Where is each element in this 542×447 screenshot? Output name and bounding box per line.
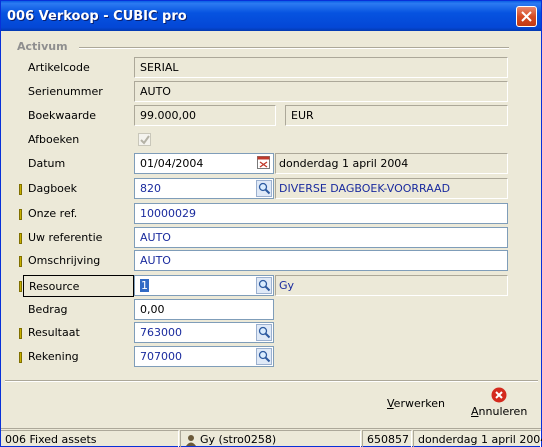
resultaat-lookup-button[interactable]: [256, 324, 272, 341]
checkmark-icon: [140, 135, 150, 145]
row-omschrijving: Omschrijving AUTO: [5, 250, 538, 271]
resource-description: Gy: [275, 275, 508, 296]
datum-label: Datum: [28, 157, 66, 170]
resource-input[interactable]: 1: [134, 275, 274, 296]
row-afboeken: Afboeken: [5, 131, 538, 151]
onze-ref-label: Onze ref.: [28, 207, 78, 220]
close-icon: [521, 11, 532, 22]
datum-input[interactable]: 01/04/2004: [134, 153, 274, 174]
group-title: Activum: [17, 40, 68, 53]
resource-label-focus: Resource: [23, 275, 134, 297]
lookup-icon: [258, 182, 271, 195]
user-icon: [186, 435, 196, 446]
dagboek-description: DIVERSE DAGBOEK-VOORRAAD: [275, 178, 508, 199]
row-datum: Datum 01/04/2004 donderdag 1 april 2004: [5, 153, 538, 174]
status-date: donderdag 1 april 2004: [413, 430, 542, 447]
datum-value: 01/04/2004: [140, 157, 204, 170]
group-divider: [79, 47, 509, 49]
dialog-window: 006 Verkoop - CUBIC pro Activum Artikelc…: [0, 0, 542, 447]
resource-value: 1: [140, 279, 149, 292]
row-artikelcode: Artikelcode SERIAL: [5, 57, 538, 78]
row-resultaat: Resultaat 763000: [5, 322, 538, 343]
rekening-value: 707000: [140, 350, 182, 363]
omschrijving-label: Omschrijving: [28, 254, 101, 267]
boekwaarde-label: Boekwaarde: [28, 109, 96, 122]
boekwaarde-field: 99.000,00: [134, 105, 276, 126]
rekening-lookup-button[interactable]: [256, 348, 272, 365]
required-marker: [19, 352, 22, 363]
required-marker: [19, 233, 22, 244]
serienummer-label: Serienummer: [28, 85, 103, 98]
afboeken-label: Afboeken: [28, 133, 80, 146]
omschrijving-input[interactable]: AUTO: [134, 250, 508, 271]
dagboek-input[interactable]: 820: [134, 178, 274, 199]
row-bedrag: Bedrag 0,00: [5, 299, 538, 320]
datum-description: donderdag 1 april 2004: [275, 153, 508, 174]
window-title: 006 Verkoop - CUBIC pro: [7, 9, 187, 24]
row-boekwaarde: Boekwaarde 99.000,00 EUR: [5, 105, 538, 126]
status-user: Gy (stro0258): [180, 430, 361, 447]
onze-ref-input[interactable]: 10000029: [134, 203, 508, 224]
resource-lookup-button[interactable]: [256, 277, 272, 294]
verwerken-button[interactable]: Verwerken: [387, 397, 445, 410]
row-onze-ref: Onze ref. 10000029: [5, 203, 538, 224]
row-resource: Resource 1 Gy: [5, 275, 538, 297]
bedrag-label: Bedrag: [28, 303, 68, 316]
row-rekening: Rekening 707000: [5, 346, 538, 367]
cancel-icon: [491, 387, 507, 403]
dagboek-label: Dagboek: [28, 182, 78, 195]
resultaat-input[interactable]: 763000: [134, 322, 274, 343]
artikelcode-label: Artikelcode: [28, 61, 90, 74]
calendar-icon: [257, 156, 270, 169]
dagboek-lookup-button[interactable]: [256, 180, 272, 197]
close-button[interactable]: [516, 6, 537, 27]
resource-label: Resource: [29, 280, 80, 293]
lookup-icon: [258, 326, 271, 339]
artikelcode-field: SERIAL: [134, 57, 508, 78]
lookup-icon: [258, 279, 271, 292]
annuleren-label: Annuleren: [471, 405, 528, 418]
verwerken-label: Verwerken: [387, 397, 445, 410]
title-bar[interactable]: 006 Verkoop - CUBIC pro: [1, 1, 541, 31]
status-number: 650857: [362, 430, 412, 447]
uw-referentie-input[interactable]: AUTO: [134, 227, 508, 248]
rekening-label: Rekening: [28, 350, 79, 363]
bedrag-input[interactable]: 0,00: [134, 299, 274, 320]
row-uw-referentie: Uw referentie AUTO: [5, 227, 538, 248]
form-area: Activum Artikelcode SERIAL Serienummer A…: [5, 35, 538, 380]
required-marker: [19, 328, 22, 339]
resultaat-label: Resultaat: [28, 326, 80, 339]
dagboek-value: 820: [140, 182, 161, 195]
calendar-button[interactable]: [256, 155, 272, 172]
required-marker: [19, 281, 22, 292]
row-serienummer: Serienummer AUTO: [5, 81, 538, 102]
status-user-name: Gy (stro0258): [200, 433, 277, 446]
button-separator: [5, 380, 538, 382]
lookup-icon: [258, 350, 271, 363]
resultaat-value: 763000: [140, 326, 182, 339]
required-marker: [19, 184, 22, 195]
rekening-input[interactable]: 707000: [134, 346, 274, 367]
annuleren-button[interactable]: Annuleren: [471, 387, 527, 418]
status-module: 006 Fixed assets: [1, 430, 179, 447]
required-marker: [19, 256, 22, 267]
afboeken-checkbox[interactable]: [138, 133, 151, 146]
currency-field: EUR: [285, 105, 508, 126]
required-marker: [19, 209, 22, 220]
status-bar: 006 Fixed assets Gy (stro0258) 650857 do…: [1, 428, 542, 447]
uw-referentie-label: Uw referentie: [28, 231, 103, 244]
row-dagboek: Dagboek 820 DIVERSE DAGBOEK-VOORRAAD: [5, 178, 538, 199]
serienummer-field: AUTO: [134, 81, 508, 102]
